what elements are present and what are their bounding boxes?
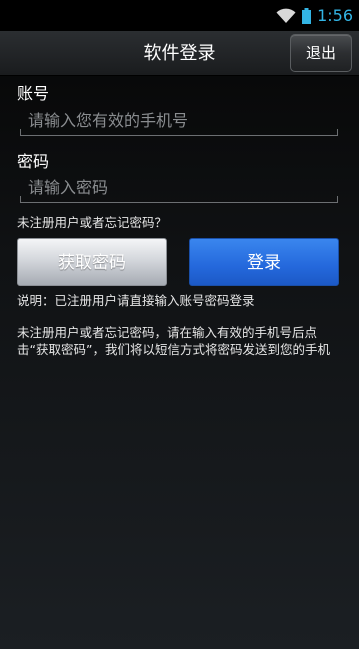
title-bar: 软件登录 退出	[0, 31, 359, 76]
password-field-container	[20, 173, 338, 203]
account-input[interactable]	[20, 106, 338, 135]
wifi-icon	[276, 8, 296, 24]
status-bar: 1:56	[0, 0, 359, 31]
exit-button[interactable]: 退出	[290, 34, 352, 72]
forgot-prompt: 未注册用户或者忘记密码？	[17, 215, 168, 230]
account-field-container	[20, 106, 338, 136]
password-input[interactable]	[20, 173, 338, 202]
login-button[interactable]: 登录	[189, 238, 339, 286]
get-password-button[interactable]: 获取密码	[17, 238, 167, 286]
account-label: 账号	[17, 84, 50, 103]
instructions-text: 未注册用户或者忘记密码，请在输入有效的手机号后点击“获取密码”，我们将以短信方式…	[17, 325, 330, 357]
password-label: 密码	[17, 152, 50, 171]
explanation-text: 说明：已注册用户请直接输入账号密码登录	[17, 293, 255, 308]
battery-icon	[302, 7, 312, 24]
status-time: 1:56	[317, 6, 353, 25]
